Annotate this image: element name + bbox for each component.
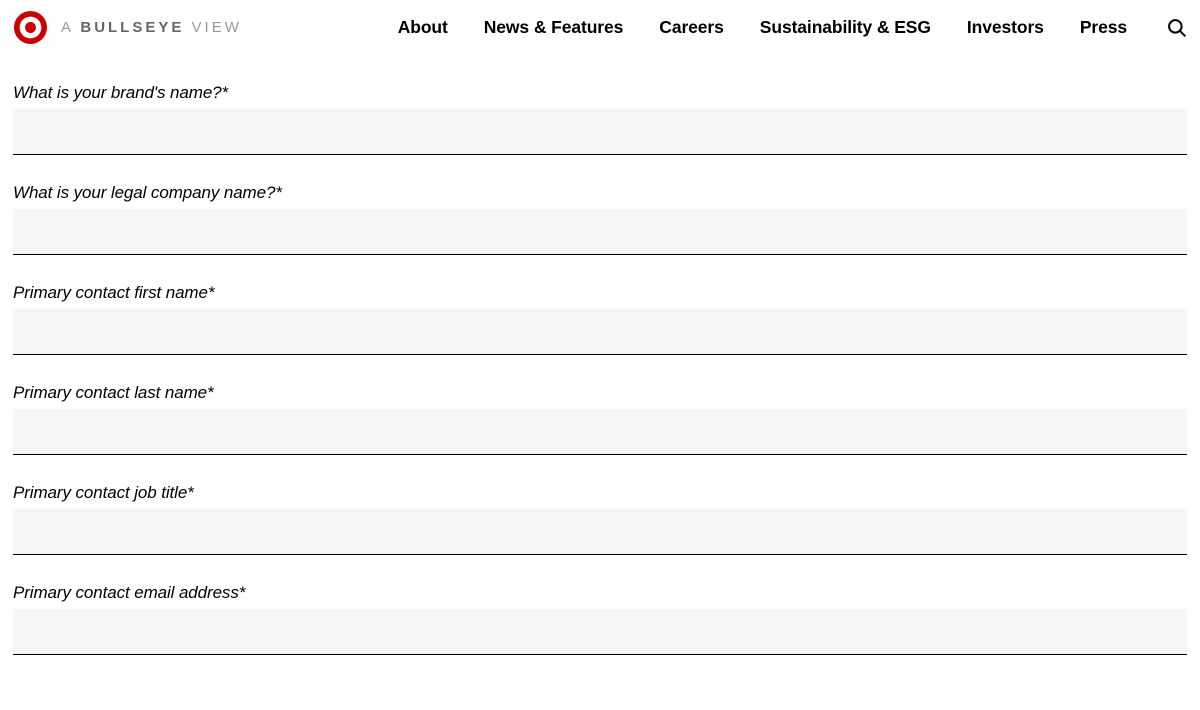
field-first-name: Primary contact first name* [13,283,1187,355]
field-email: Primary contact email address* [13,583,1187,655]
input-legal-company-name[interactable] [13,209,1187,255]
label-last-name: Primary contact last name* [13,383,1187,403]
logo-area[interactable]: A BULLSEYE VIEW [13,10,242,45]
label-email: Primary contact email address* [13,583,1187,603]
field-brand-name: What is your brand's name?* [13,83,1187,155]
nav-careers[interactable]: Careers [659,17,724,38]
site-header: A BULLSEYE VIEW About News & Features Ca… [0,0,1200,55]
tagline-bold: BULLSEYE [80,19,184,36]
nav-sustainability-esg[interactable]: Sustainability & ESG [760,17,931,38]
search-button[interactable] [1167,18,1187,38]
nav-news-features[interactable]: News & Features [484,17,624,38]
field-legal-company-name: What is your legal company name?* [13,183,1187,255]
supplier-form: What is your brand's name?* What is your… [0,83,1200,655]
label-legal-company-name: What is your legal company name?* [13,183,1187,203]
input-email[interactable] [13,609,1187,655]
nav-investors[interactable]: Investors [967,17,1044,38]
nav-press[interactable]: Press [1080,17,1127,38]
input-brand-name[interactable] [13,109,1187,155]
tagline-prefix: A [61,19,80,36]
tagline: A BULLSEYE VIEW [61,19,242,36]
label-brand-name: What is your brand's name?* [13,83,1187,103]
input-last-name[interactable] [13,409,1187,455]
label-first-name: Primary contact first name* [13,283,1187,303]
label-job-title: Primary contact job title* [13,483,1187,503]
primary-nav: About News & Features Careers Sustainabi… [398,17,1187,38]
bullseye-logo-icon [13,10,48,45]
field-job-title: Primary contact job title* [13,483,1187,555]
input-job-title[interactable] [13,509,1187,555]
nav-about[interactable]: About [398,17,448,38]
tagline-suffix: VIEW [184,19,242,36]
input-first-name[interactable] [13,309,1187,355]
search-icon [1167,18,1187,38]
field-last-name: Primary contact last name* [13,383,1187,455]
